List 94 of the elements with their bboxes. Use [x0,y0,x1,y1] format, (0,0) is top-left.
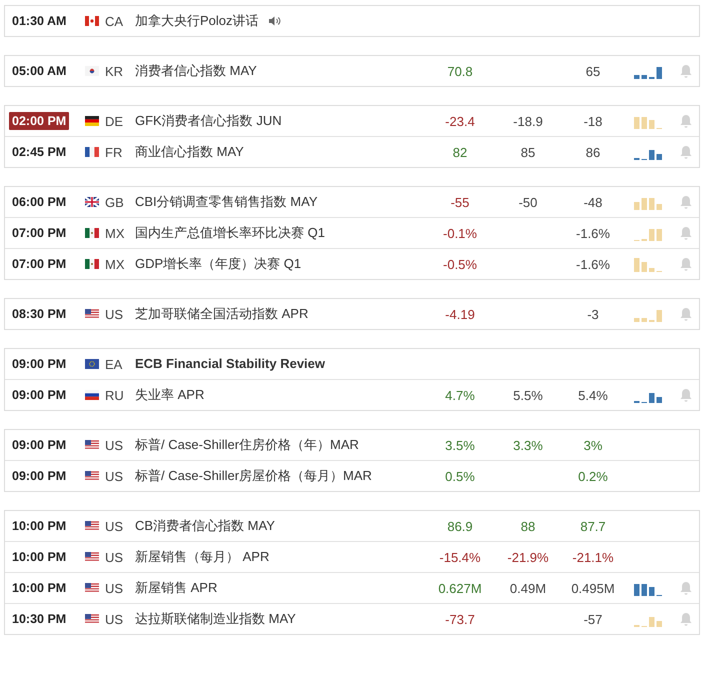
forecast-value: -50 [518,194,538,210]
event-time: 06:00 PM [11,194,68,211]
country-code: CA [105,14,124,28]
actual-value: -73.7 [444,612,476,626]
previous-value: 65 [584,64,602,78]
forecast-value: 5.5% [512,388,544,402]
actual-value: 82 [452,144,468,160]
previous-value: -1.6% [575,256,611,272]
bell-icon[interactable] [679,114,693,128]
bell-icon[interactable] [679,580,693,596]
country-code: US [105,580,124,596]
country-code: GB [105,194,125,210]
country-code: MX [105,256,126,272]
forecast-value: -18.9 [512,114,544,128]
country-code: US [105,550,124,564]
event-name[interactable]: 标普/ Case-Shiller住房价格（年）MAR [135,430,365,460]
previous-value: -3 [586,306,600,322]
country-code: KR [105,64,124,78]
bell-icon[interactable] [679,194,693,210]
event-name[interactable]: 商业信心指数 MAY [135,137,250,167]
event-name[interactable]: 新屋销售 APR [135,573,224,603]
event-name[interactable]: ECB Financial Stability Review [135,349,331,379]
actual-value: -0.1% [442,226,478,240]
bell-icon[interactable] [679,612,693,626]
forecast-value: 85 [520,144,536,160]
actual-value: 70.8 [446,64,474,78]
actual-value: 0.627M [437,580,483,596]
bell-icon[interactable] [679,226,693,240]
bell-icon[interactable] [679,306,693,322]
event-time: 02:00 PM [9,112,70,130]
bell-icon[interactable] [679,388,693,402]
event-name[interactable]: CBI分销调查零售销售指数 MAY [135,187,324,217]
actual-value: -55 [450,194,470,210]
country-code: US [105,438,124,452]
previous-value: 87.7 [579,518,607,534]
actual-value: -4.19 [444,306,476,322]
forecast-value: -21.9% [506,550,550,564]
event-time: 09:00 PM [11,468,68,485]
country-code: US [105,518,124,534]
actual-value: -23.4 [444,114,476,128]
actual-value: 3.5% [444,438,476,452]
previous-value: -48 [582,194,604,210]
country-code: DE [105,114,124,128]
country-code: EA [105,356,124,372]
bell-icon[interactable] [679,256,693,272]
previous-value: -21.1% [571,550,615,564]
event-time: 10:30 PM [11,611,68,628]
previous-value: 5.4% [577,388,609,402]
previous-value: 0.2% [577,468,609,484]
bell-icon[interactable] [679,144,693,160]
event-name[interactable]: 芝加哥联储全国活动指数 APR [135,299,314,329]
event-name[interactable]: GFK消费者信心指数 JUN [135,106,288,136]
forecast-value: 88 [520,518,536,534]
previous-value: 0.495M [570,580,616,596]
previous-value: 86 [584,144,602,160]
event-name[interactable]: 消费者信心指数 MAY [135,56,263,86]
country-code: MX [105,226,126,240]
event-name[interactable]: 标普/ Case-Shiller房屋价格（每月）MAR [135,461,378,491]
actual-value: -0.5% [442,256,478,272]
actual-value: 0.5% [444,468,476,484]
forecast-value: 0.49M [508,580,548,596]
event-name[interactable]: 加拿大央行Poloz讲话 [135,6,265,36]
actual-value: 4.7% [444,388,476,402]
actual-value: -15.4% [438,550,482,564]
event-time: 07:00 PM [11,225,68,242]
country-code: US [105,612,124,626]
previous-value: -1.6% [575,226,611,240]
event-time: 10:00 PM [11,518,68,535]
event-time: 10:00 PM [11,549,68,566]
bell-icon[interactable] [679,64,693,78]
country-code: US [105,468,124,484]
previous-value: -57 [582,612,604,626]
event-name[interactable]: CB消费者信心指数 MAY [135,511,281,541]
event-name[interactable]: 新屋销售（每月） APR [135,542,276,572]
event-time: 08:30 PM [11,306,68,323]
event-time: 09:00 PM [11,356,68,373]
event-time: 09:00 PM [11,387,68,404]
event-name[interactable]: 国内生产总值增长率环比决赛 Q1 [135,218,331,248]
event-name[interactable]: 失业率 APR [135,380,210,410]
country-code: US [105,306,124,322]
event-time: 02:45 PM [11,144,68,161]
event-time: 05:00 AM [11,63,68,80]
event-time: 09:00 PM [11,437,68,454]
country-code: RU [105,388,125,402]
event-name[interactable]: 达拉斯联储制造业指数 MAY [135,604,302,634]
previous-value: -18 [582,114,604,128]
country-code: FR [105,144,124,160]
event-name[interactable]: GDP增长率（年度）决赛 Q1 [135,249,308,279]
actual-value: 86.9 [446,518,474,534]
event-time: 10:00 PM [11,580,68,597]
event-time: 01:30 AM [11,13,68,30]
event-time: 07:00 PM [11,256,68,273]
forecast-value: 3.3% [512,438,544,452]
previous-value: 3% [582,438,604,452]
